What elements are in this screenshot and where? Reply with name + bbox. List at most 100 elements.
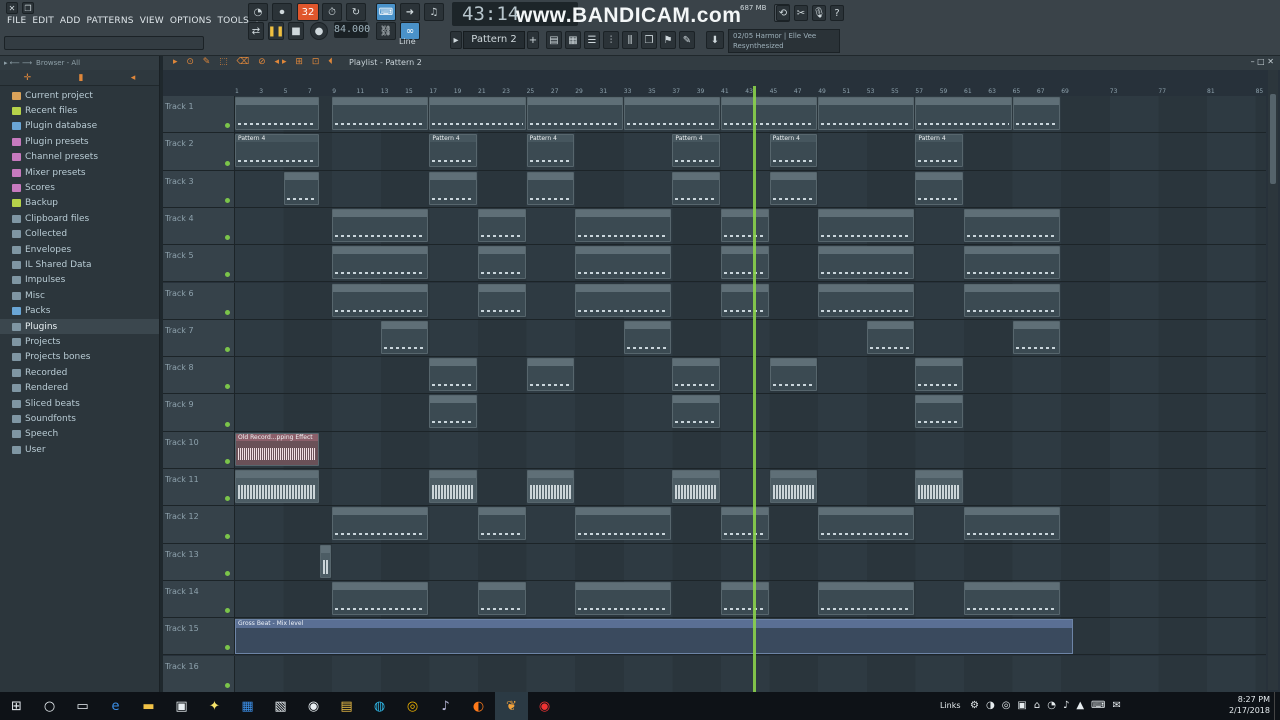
pattern-clip[interactable]: Pattern 4: [429, 134, 477, 168]
pattern-clip[interactable]: [478, 208, 526, 242]
track-row[interactable]: Track 13: [163, 543, 1266, 581]
pattern-clip[interactable]: [332, 283, 429, 317]
bandicam-taskbar-icon[interactable]: ◉: [528, 692, 561, 720]
window-restore-icon[interactable]: ❐: [22, 2, 34, 14]
channel-rack-icon[interactable]: ☰: [584, 31, 600, 49]
track-mute-led[interactable]: [225, 645, 230, 651]
track-header[interactable]: Track 5: [163, 245, 235, 282]
browser-item[interactable]: Plugins: [0, 318, 159, 335]
track-grid[interactable]: [235, 133, 1266, 170]
browser-speaker-icon[interactable]: ◂: [131, 73, 136, 83]
pattern-song-indicator[interactable]: 32: [297, 3, 319, 21]
pattern-clip[interactable]: [283, 171, 320, 205]
pattern-clip[interactable]: [332, 581, 429, 615]
pattern-clip[interactable]: [721, 246, 769, 280]
browser-item[interactable]: Envelopes: [0, 242, 159, 257]
track-row[interactable]: Track 3: [163, 170, 1266, 208]
browser-item[interactable]: Packs: [0, 303, 159, 318]
track-header[interactable]: Track 7: [163, 319, 235, 357]
track-grid[interactable]: [235, 357, 1266, 394]
chrome-canary-icon[interactable]: ◍: [363, 692, 396, 720]
pattern-clip[interactable]: [672, 358, 720, 392]
typing-keyboard-icon[interactable]: ⌨: [376, 3, 396, 21]
track-row[interactable]: Track 16: [163, 655, 1266, 693]
pattern-clip[interactable]: [575, 507, 672, 541]
track-mute-led[interactable]: [225, 533, 230, 539]
multilink-icon[interactable]: ⛓: [376, 22, 396, 40]
pattern-clip[interactable]: [429, 171, 477, 205]
track-row[interactable]: Track 4: [163, 207, 1266, 246]
track-grid[interactable]: [235, 394, 1266, 431]
track-grid[interactable]: [235, 431, 1266, 468]
pattern-clip[interactable]: [672, 395, 720, 429]
pattern-clip[interactable]: Pattern 4: [672, 134, 720, 168]
pattern-clip[interactable]: [380, 320, 429, 354]
clock-area[interactable]: 8:27 PM 2/17/2018: [1229, 694, 1270, 716]
browser-item[interactable]: Sliced beats: [0, 396, 159, 411]
microphone-icon[interactable]: 🎙: [812, 5, 826, 21]
step-edit-icon[interactable]: ➜: [400, 3, 420, 21]
playlist-window-controls-icon[interactable]: – □ ✕: [1251, 57, 1274, 66]
pattern-clip[interactable]: [1012, 320, 1061, 354]
track-header[interactable]: Track 14: [163, 580, 235, 618]
pattern-clip[interactable]: Pattern 4: [915, 134, 963, 168]
track-mute-led[interactable]: [225, 197, 230, 203]
fl-studio-taskbar-icon[interactable]: ❦: [495, 692, 528, 720]
browser-item[interactable]: Projects: [0, 334, 159, 349]
menu-add[interactable]: ADD: [57, 16, 84, 26]
pattern-clip[interactable]: [429, 97, 526, 130]
pause-button[interactable]: ❚❚: [268, 22, 284, 40]
track-mute-led[interactable]: [225, 496, 230, 502]
menu-file[interactable]: FILE: [4, 16, 29, 26]
browser-window-icon[interactable]: ❒: [641, 31, 657, 49]
playlist-window-icon[interactable]: ▤: [546, 31, 562, 49]
track-grid[interactable]: [235, 469, 1266, 506]
browser-item[interactable]: Impulses: [0, 273, 159, 288]
pattern-clip[interactable]: [526, 97, 623, 130]
browser-collapse-icon[interactable]: ✛: [24, 73, 32, 83]
steam-icon[interactable]: ◉: [297, 692, 330, 720]
pattern-clip[interactable]: [818, 507, 915, 541]
photos-icon[interactable]: ▧: [264, 692, 297, 720]
menu-edit[interactable]: EDIT: [29, 16, 57, 26]
pattern-add-icon[interactable]: +: [527, 31, 539, 49]
pattern-clip[interactable]: [769, 171, 818, 205]
firefox-icon[interactable]: ◐: [462, 692, 495, 720]
browser-item[interactable]: Clipboard files: [0, 211, 159, 226]
pattern-clip[interactable]: [721, 581, 769, 615]
track-row[interactable]: Track 7: [163, 319, 1266, 358]
track-header[interactable]: Track 4: [163, 207, 235, 245]
pattern-clip[interactable]: [964, 507, 1061, 541]
track-mute-led[interactable]: [225, 570, 230, 576]
track-row[interactable]: Track 5: [163, 245, 1266, 283]
audio-clip[interactable]: [235, 470, 320, 503]
record-button[interactable]: ●: [310, 22, 328, 40]
pattern-clip[interactable]: [429, 395, 477, 429]
pattern-clip[interactable]: [721, 283, 769, 317]
track-mute-led[interactable]: [225, 608, 230, 614]
track-header[interactable]: Track 15: [163, 618, 235, 655]
pattern-clip[interactable]: [332, 208, 429, 242]
pattern-clip[interactable]: [575, 581, 672, 615]
menu-options[interactable]: OPTIONS: [167, 16, 215, 26]
loop-record-icon[interactable]: ↻: [346, 3, 366, 21]
pattern-clip[interactable]: Pattern 4: [526, 134, 575, 168]
edge-browser-icon[interactable]: e: [99, 692, 132, 720]
taskbar-links[interactable]: Links: [940, 701, 961, 710]
browser-item[interactable]: Current project: [0, 88, 159, 103]
track-grid[interactable]: [235, 170, 1266, 207]
browser-item[interactable]: Plugin database: [0, 119, 159, 134]
track-mute-led[interactable]: [225, 347, 230, 353]
track-header[interactable]: Track 6: [163, 282, 235, 319]
pattern-clip[interactable]: [235, 97, 320, 130]
track-header[interactable]: Track 3: [163, 170, 235, 207]
itunes-icon[interactable]: ♪: [429, 692, 462, 720]
pattern-clip[interactable]: [915, 395, 963, 429]
pattern-clip[interactable]: Pattern 4: [769, 134, 818, 168]
system-tray-icons[interactable]: ⚙◑◎▣⌂◔♪▲⌨✉: [970, 700, 1128, 711]
browser-files-icon[interactable]: ▮: [79, 73, 84, 83]
touch-keyboard-icon[interactable]: ✎: [679, 31, 695, 49]
help-icon[interactable]: ?: [830, 5, 844, 21]
pattern-clip[interactable]: [866, 320, 915, 354]
audio-clip[interactable]: [526, 470, 575, 503]
